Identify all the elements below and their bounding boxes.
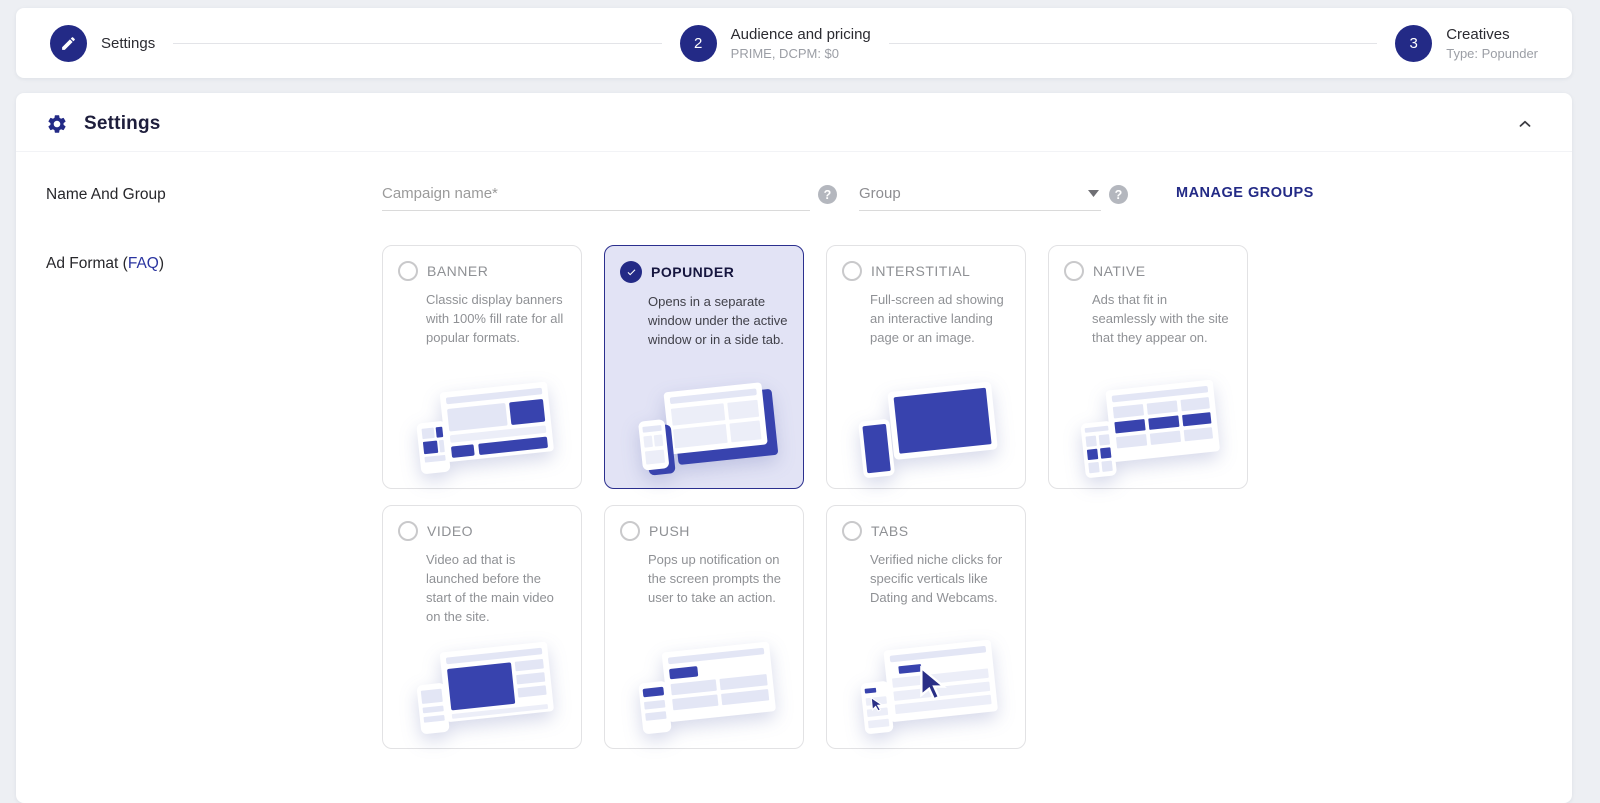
popunder-title: POPUNDER [651,264,734,280]
campaign-name-help-icon[interactable]: ? [818,185,837,204]
gear-icon [46,113,68,135]
step-creatives-sublabel: Type: Popunder [1446,46,1538,61]
caret-down-icon [1088,190,1099,197]
video-illustration [401,634,567,738]
interstitial-title: INTERSTITIAL [871,263,970,279]
tabs-radio[interactable] [842,521,862,541]
stepper-connector [889,43,1377,44]
tabs-illustration [845,634,1011,738]
step-settings-label: Settings [101,35,155,52]
step-creatives-number: 3 [1410,35,1418,52]
ad-format-card-popunder[interactable]: POPUNDER Opens in a separate window unde… [604,245,804,489]
ad-format-card-video[interactable]: VIDEO Video ad that is launched before t… [382,505,582,749]
step-settings[interactable]: Settings [50,25,155,62]
settings-panel: Settings Name And Group ? Group ? MANAGE… [16,93,1572,803]
popunder-description: Opens in a separate window under the act… [648,293,790,350]
manage-groups-button[interactable]: MANAGE GROUPS [1176,185,1314,201]
tabs-title: TABS [871,523,909,539]
step-audience-label: Audience and pricing [731,26,871,43]
video-radio[interactable] [398,521,418,541]
group-select-value: Group [859,185,901,202]
native-illustration [1067,374,1233,478]
check-icon [625,266,638,279]
tabs-description: Verified niche clicks for specific verti… [870,551,1012,608]
pencil-icon [60,35,77,52]
group-select[interactable]: Group [859,176,1101,211]
ad-format-card-tabs[interactable]: TABS Verified niche clicks for specific … [826,505,1026,749]
name-and-group-label: Name And Group [16,176,382,204]
collapse-section-button[interactable] [1514,113,1536,135]
settings-panel-header: Settings [16,93,1572,152]
banner-title: BANNER [427,263,488,279]
stepper-connector [173,43,661,44]
ad-format-card-native[interactable]: NATIVE Ads that fit in seamlessly with t… [1048,245,1248,489]
settings-section-title: Settings [84,113,161,135]
ad-format-label-prefix: Ad Format ( [46,255,128,272]
interstitial-radio[interactable] [842,261,862,281]
step-creatives[interactable]: 3 Creatives Type: Popunder [1395,25,1538,62]
native-description: Ads that fit in seamlessly with the site… [1092,291,1234,348]
ad-format-row: Ad Format (FAQ) BANNER Classic display b… [16,245,1572,749]
push-title: PUSH [649,523,690,539]
step-creatives-label: Creatives [1446,26,1538,43]
video-title: VIDEO [427,523,473,539]
step-audience-and-pricing[interactable]: 2 Audience and pricing PRIME, DCPM: $0 [680,25,871,62]
step-audience-circle[interactable]: 2 [680,25,717,62]
banner-illustration [401,374,567,478]
ad-format-cards: BANNER Classic display banners with 100%… [382,245,1272,749]
interstitial-illustration [845,374,1011,478]
campaign-stepper: Settings 2 Audience and pricing PRIME, D… [16,8,1572,78]
ad-format-card-push[interactable]: PUSH Pops up notification on the screen … [604,505,804,749]
group-help-icon[interactable]: ? [1109,185,1128,204]
step-settings-circle[interactable] [50,25,87,62]
step-audience-number: 2 [694,35,702,52]
push-radio[interactable] [620,521,640,541]
chevron-up-icon [1516,115,1534,133]
video-description: Video ad that is launched before the sta… [426,551,568,626]
native-title: NATIVE [1093,263,1146,279]
ad-format-label-suffix: ) [159,255,164,272]
banner-radio[interactable] [398,261,418,281]
step-audience-sublabel: PRIME, DCPM: $0 [731,46,871,61]
popunder-radio-checked[interactable] [620,261,642,283]
interstitial-description: Full-screen ad showing an interactive la… [870,291,1012,348]
name-and-group-row: Name And Group ? Group ? MANAGE GROUPS [16,176,1572,211]
push-description: Pops up notification on the screen promp… [648,551,790,608]
faq-link[interactable]: FAQ [128,255,159,272]
ad-format-card-interstitial[interactable]: INTERSTITIAL Full-screen ad showing an i… [826,245,1026,489]
native-radio[interactable] [1064,261,1084,281]
ad-format-card-banner[interactable]: BANNER Classic display banners with 100%… [382,245,582,489]
step-creatives-circle[interactable]: 3 [1395,25,1432,62]
push-illustration [623,634,789,738]
ad-format-label: Ad Format (FAQ) [16,245,382,273]
campaign-name-input[interactable] [382,176,810,211]
popunder-illustration [623,374,789,478]
banner-description: Classic display banners with 100% fill r… [426,291,568,348]
